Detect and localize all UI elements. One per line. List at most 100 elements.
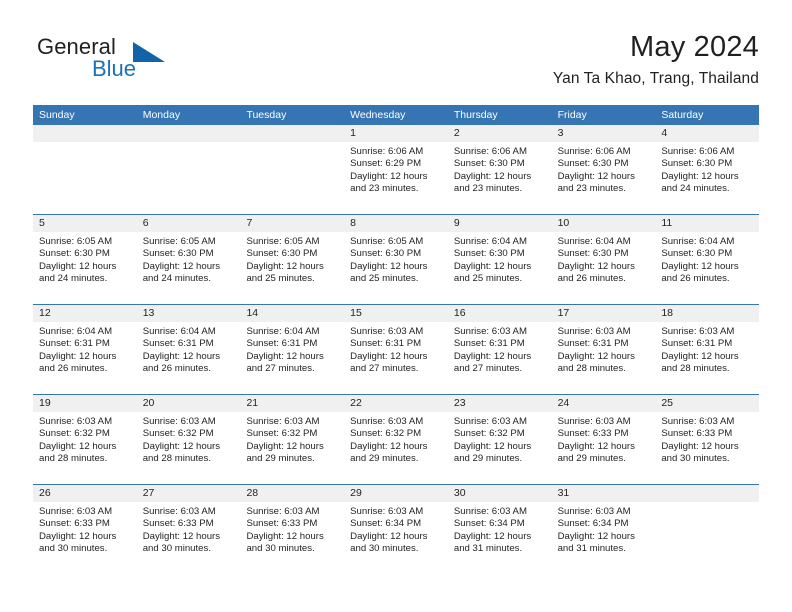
daylight-text: Daylight: 12 hours: [557, 170, 635, 182]
day-cell-11[interactable]: Sunrise: 6:04 AM Sunset: 6:30 PM Daylight:…: [655, 232, 759, 304]
day-number-12[interactable]: 12: [33, 305, 137, 322]
sunset-text: Sunset: 6:32 PM: [350, 428, 422, 440]
day-number-20[interactable]: 20: [137, 395, 241, 412]
day-cell-2[interactable]: Sunrise: 6:06 AM Sunset: 6:30 PM Daylight:…: [448, 142, 552, 214]
day-number-22[interactable]: 22: [344, 395, 448, 412]
daylight-text: Daylight: 12 hours: [453, 440, 532, 452]
day-number-1[interactable]: 1: [344, 125, 448, 142]
day-number-6[interactable]: 6: [137, 215, 241, 232]
day-cell-9[interactable]: Sunrise: 6:04 AM Sunset: 6:30 PM Daylight:…: [448, 232, 552, 304]
day-number-14[interactable]: 14: [240, 305, 344, 322]
day-cell-empty: [137, 142, 241, 214]
day-number-11[interactable]: 11: [655, 215, 759, 232]
day-number-4[interactable]: 4: [655, 125, 759, 142]
daylight-text: and 25 minutes.: [246, 273, 315, 285]
sunset-text: Sunset: 6:30 PM: [39, 248, 110, 260]
day-cell-23[interactable]: Sunrise: 6:03 AM Sunset: 6:32 PM Daylight:…: [448, 412, 552, 484]
day-number-24[interactable]: 24: [552, 395, 656, 412]
page-title: May 2024: [630, 31, 759, 63]
daylight-text: and 28 minutes.: [661, 363, 730, 375]
daylight-text: Daylight: 12 hours: [661, 350, 739, 362]
day-cell-8[interactable]: Sunrise: 6:05 AM Sunset: 6:30 PM Daylight:…: [344, 232, 448, 304]
daylight-text: and 31 minutes.: [453, 543, 523, 555]
day-cell-6[interactable]: Sunrise: 6:05 AM Sunset: 6:30 PM Daylight:…: [137, 232, 241, 304]
day-cell-24[interactable]: Sunrise: 6:03 AM Sunset: 6:33 PM Daylight:…: [552, 412, 656, 484]
sunset-text: Sunset: 6:31 PM: [453, 338, 525, 350]
day-info-row: Sunrise: 6:03 AM Sunset: 6:32 PM Daylight:…: [33, 412, 759, 484]
day-number-23[interactable]: 23: [448, 395, 552, 412]
day-number-27[interactable]: 27: [137, 485, 241, 502]
daylight-text: and 25 minutes.: [453, 273, 523, 285]
day-number-19[interactable]: 19: [33, 395, 137, 412]
sunset-text: Sunset: 6:31 PM: [39, 338, 110, 350]
day-cell-17[interactable]: Sunrise: 6:03 AM Sunset: 6:31 PM Daylight:…: [552, 322, 656, 394]
day-cell-29[interactable]: Sunrise: 6:03 AM Sunset: 6:34 PM Daylight:…: [344, 502, 448, 574]
sunrise-text: Sunrise: 6:03 AM: [557, 326, 631, 337]
daylight-text: Daylight: 12 hours: [453, 530, 532, 542]
calendar-grid: Sunday Monday Tuesday Wednesday Thursday Frid…: [33, 105, 759, 574]
day-info-row: Sunrise: 6:04 AM Sunset: 6:31 PM Daylight:…: [33, 322, 759, 394]
day-number-17[interactable]: 17: [552, 305, 656, 322]
day-cell-1[interactable]: Sunrise: 6:06 AM Sunset: 6:29 PM Daylight:…: [344, 142, 448, 214]
day-cell-19[interactable]: Sunrise: 6:03 AM Sunset: 6:32 PM Daylight:…: [33, 412, 137, 484]
daylight-text: Daylight: 12 hours: [246, 440, 324, 452]
day-cell-20[interactable]: Sunrise: 6:03 AM Sunset: 6:32 PM Daylight:…: [137, 412, 241, 484]
day-info-row: Sunrise: 6:05 AM Sunset: 6:30 PM Daylight:…: [33, 232, 759, 304]
day-cell-3[interactable]: Sunrise: 6:06 AM Sunset: 6:30 PM Daylight:…: [552, 142, 656, 214]
sunrise-text: Sunrise: 6:06 AM: [661, 146, 735, 157]
daylight-text: and 30 minutes.: [661, 453, 730, 465]
daylight-text: Daylight: 12 hours: [453, 350, 532, 362]
sunset-text: Sunset: 6:33 PM: [39, 518, 110, 530]
day-cell-28[interactable]: Sunrise: 6:03 AM Sunset: 6:33 PM Daylight:…: [240, 502, 344, 574]
sunrise-text: Sunrise: 6:03 AM: [453, 416, 527, 427]
day-number-2[interactable]: 2: [448, 125, 552, 142]
general-blue-logo: General Blue: [37, 34, 217, 88]
day-cell-22[interactable]: Sunrise: 6:03 AM Sunset: 6:32 PM Daylight:…: [344, 412, 448, 484]
day-number-10[interactable]: 10: [552, 215, 656, 232]
day-cell-18[interactable]: Sunrise: 6:03 AM Sunset: 6:31 PM Daylight:…: [655, 322, 759, 394]
day-number-8[interactable]: 8: [344, 215, 448, 232]
day-cell-5[interactable]: Sunrise: 6:05 AM Sunset: 6:30 PM Daylight:…: [33, 232, 137, 304]
day-number-9[interactable]: 9: [448, 215, 552, 232]
day-number-25[interactable]: 25: [655, 395, 759, 412]
day-cell-25[interactable]: Sunrise: 6:03 AM Sunset: 6:33 PM Daylight:…: [655, 412, 759, 484]
day-number-31[interactable]: 31: [552, 485, 656, 502]
daylight-text: and 29 minutes.: [350, 453, 419, 465]
day-cell-12[interactable]: Sunrise: 6:04 AM Sunset: 6:31 PM Daylight:…: [33, 322, 137, 394]
sunset-text: Sunset: 6:31 PM: [557, 338, 629, 350]
day-cell-14[interactable]: Sunrise: 6:04 AM Sunset: 6:31 PM Daylight:…: [240, 322, 344, 394]
day-number-18[interactable]: 18: [655, 305, 759, 322]
day-number-5[interactable]: 5: [33, 215, 137, 232]
sunrise-text: Sunrise: 6:03 AM: [246, 506, 320, 517]
day-cell-27[interactable]: Sunrise: 6:03 AM Sunset: 6:33 PM Daylight:…: [137, 502, 241, 574]
day-number-30[interactable]: 30: [448, 485, 552, 502]
day-cell-4[interactable]: Sunrise: 6:06 AM Sunset: 6:30 PM Daylight:…: [655, 142, 759, 214]
daylight-text: Daylight: 12 hours: [453, 260, 532, 272]
day-number-row: 26 27 28 29 30 31: [33, 485, 759, 502]
day-number-21[interactable]: 21: [240, 395, 344, 412]
day-cell-21[interactable]: Sunrise: 6:03 AM Sunset: 6:32 PM Daylight:…: [240, 412, 344, 484]
day-cell-31[interactable]: Sunrise: 6:03 AM Sunset: 6:34 PM Daylight:…: [552, 502, 656, 574]
day-number-3[interactable]: 3: [552, 125, 656, 142]
daylight-text: and 30 minutes.: [39, 543, 108, 555]
day-number-13[interactable]: 13: [137, 305, 241, 322]
day-cell-13[interactable]: Sunrise: 6:04 AM Sunset: 6:31 PM Daylight:…: [137, 322, 241, 394]
day-number-15[interactable]: 15: [344, 305, 448, 322]
day-number-7[interactable]: 7: [240, 215, 344, 232]
page-header: General Blue May 2024 Yan Ta Khao, Trang…: [33, 30, 759, 96]
day-cell-10[interactable]: Sunrise: 6:04 AM Sunset: 6:30 PM Daylight:…: [552, 232, 656, 304]
day-number-28[interactable]: 28: [240, 485, 344, 502]
day-cell-16[interactable]: Sunrise: 6:03 AM Sunset: 6:31 PM Daylight:…: [448, 322, 552, 394]
day-number-26[interactable]: 26: [33, 485, 137, 502]
day-cell-26[interactable]: Sunrise: 6:03 AM Sunset: 6:33 PM Daylight:…: [33, 502, 137, 574]
day-number-29[interactable]: 29: [344, 485, 448, 502]
day-cell-7[interactable]: Sunrise: 6:05 AM Sunset: 6:30 PM Daylight:…: [240, 232, 344, 304]
daylight-text: and 27 minutes.: [350, 363, 419, 375]
day-cell-30[interactable]: Sunrise: 6:03 AM Sunset: 6:34 PM Daylight:…: [448, 502, 552, 574]
calendar-week-row: 5 6 7 8 9 10 11 Sunrise: 6:05 AM Sunset: 6:30 PM…: [33, 215, 759, 305]
day-number-16[interactable]: 16: [448, 305, 552, 322]
sunset-text: Sunset: 6:33 PM: [557, 428, 629, 440]
day-cell-15[interactable]: Sunrise: 6:03 AM Sunset: 6:31 PM Daylight:…: [344, 322, 448, 394]
sunrise-text: Sunrise: 6:03 AM: [246, 416, 320, 427]
day-number-row: 19 20 21 22 23 24 25: [33, 395, 759, 412]
